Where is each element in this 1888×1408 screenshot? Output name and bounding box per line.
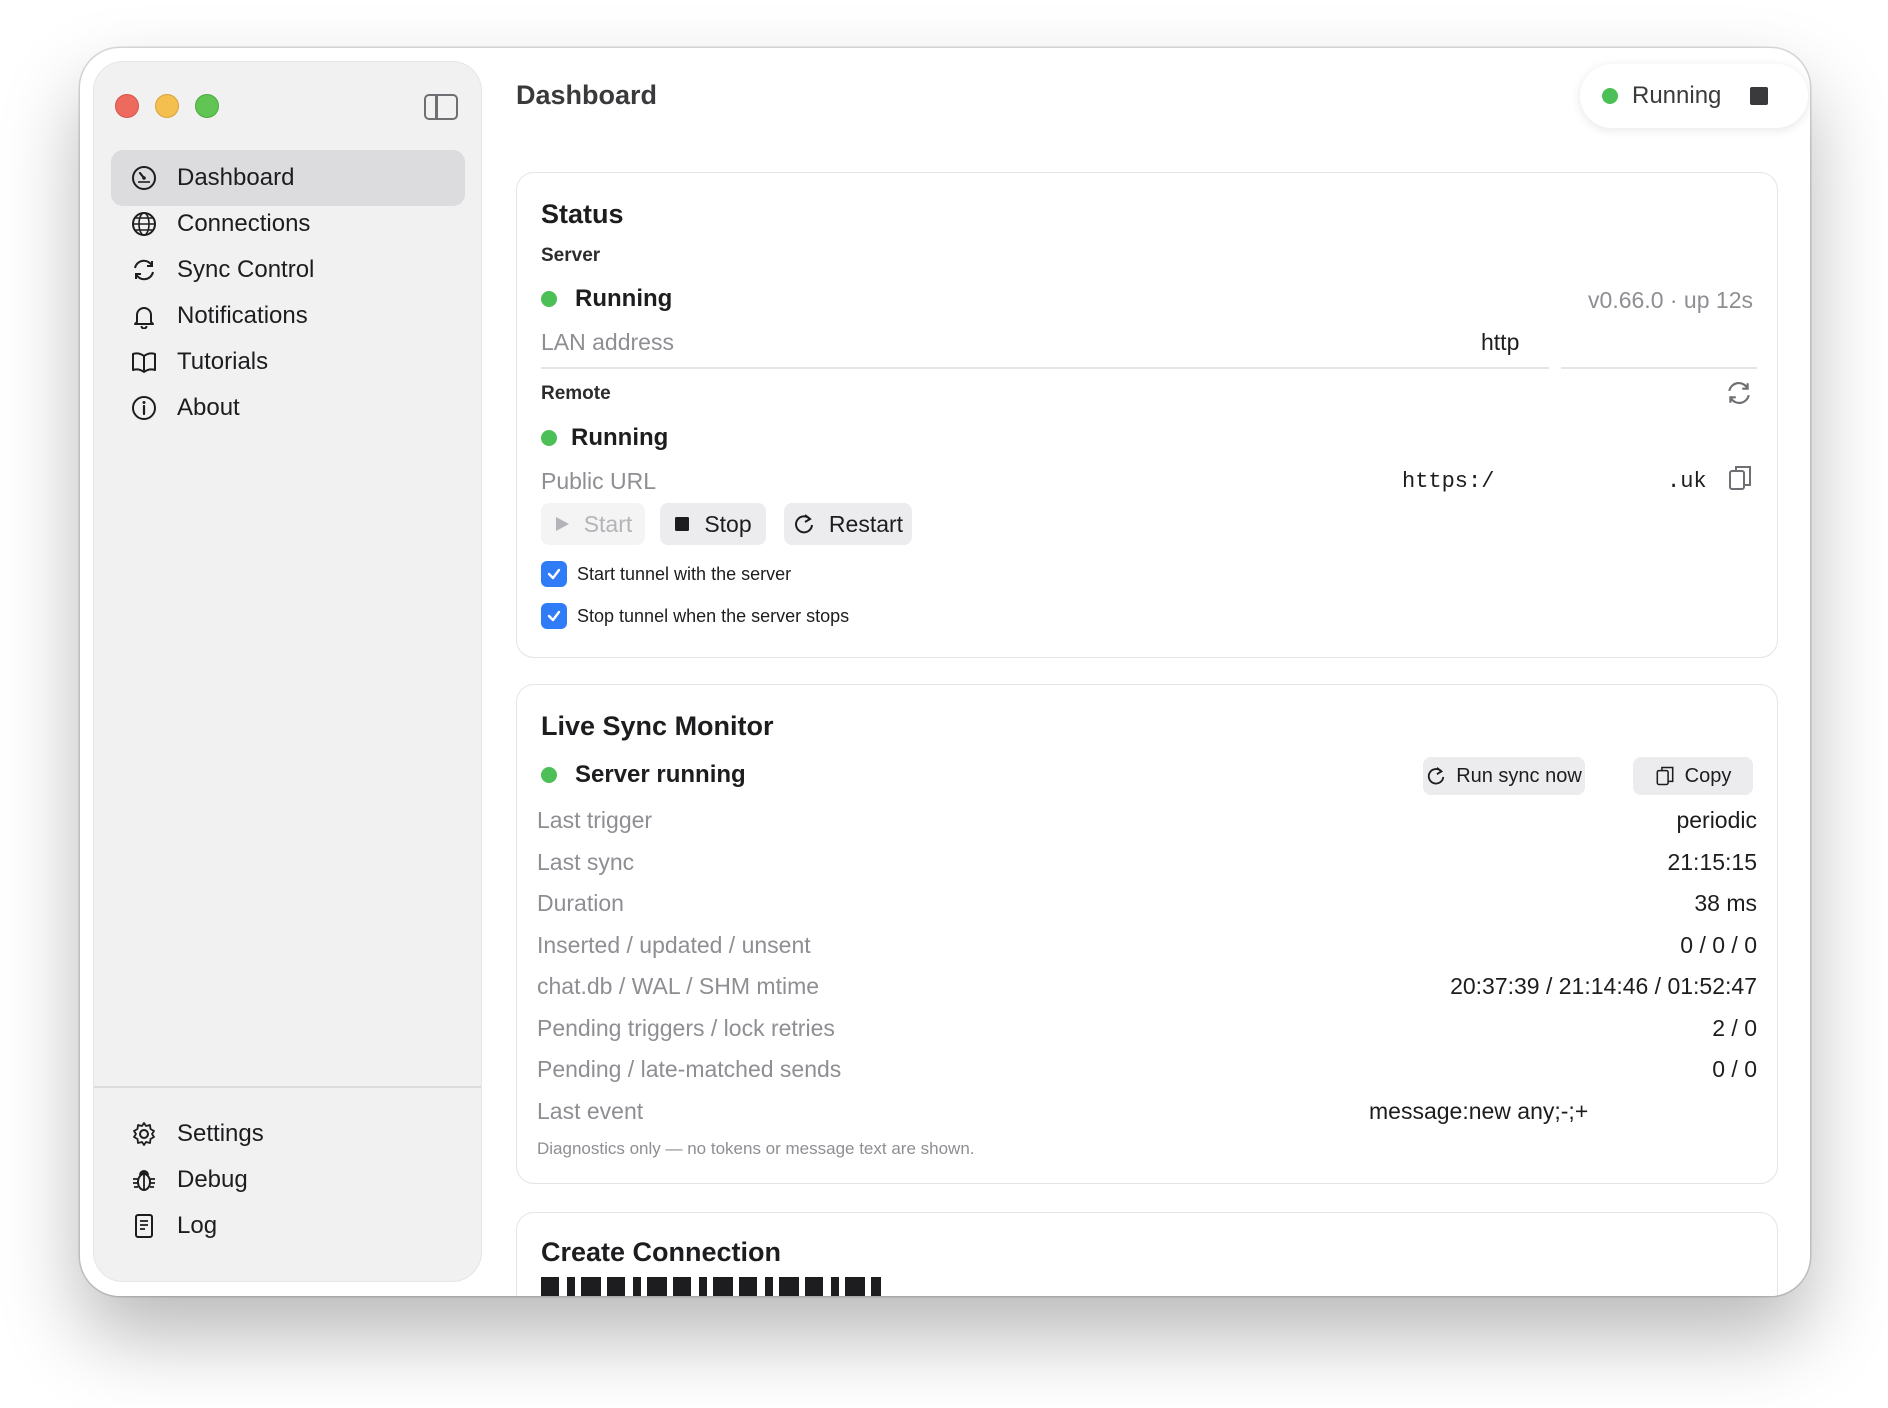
refresh-icon[interactable] — [1725, 379, 1755, 409]
restart-button-label: Restart — [828, 510, 904, 537]
sidebar-item-label: Tutorials — [177, 348, 269, 375]
sync-row-value: 20:37:39 / 21:14:46 / 01:52:47 — [1450, 973, 1757, 999]
stop-tunnel-button[interactable]: Stop — [660, 503, 766, 545]
status-pill-label: Running — [1632, 82, 1722, 109]
checkbox-label: Start tunnel with the server — [577, 563, 792, 584]
server-state: Running — [541, 285, 672, 313]
page-title: Dashboard — [516, 80, 658, 110]
running-status-dot — [541, 291, 557, 307]
start-tunnel-with-server-checkbox[interactable]: Start tunnel with the server — [541, 561, 791, 587]
gear-icon — [131, 1121, 157, 1147]
stop-icon — [674, 516, 690, 532]
restart-tunnel-button[interactable]: Restart — [784, 503, 912, 545]
checkmark-icon — [541, 561, 567, 587]
info-icon — [131, 395, 157, 421]
public-url-label: Public URL — [541, 468, 657, 494]
restart-icon — [793, 513, 815, 535]
book-icon — [131, 349, 157, 375]
public-url-suffix[interactable]: .uk — [1667, 469, 1707, 494]
sync-row-value: message:new any;-;+ — [1369, 1098, 1589, 1124]
copy-url-icon[interactable] — [1727, 463, 1755, 495]
sidebar: Dashboard Connections Sync Control Notif… — [93, 61, 482, 1282]
section-divider — [1561, 367, 1757, 369]
qr-code — [541, 1277, 881, 1296]
sidebar-item-label: Connections — [177, 210, 311, 237]
sync-row-value: 0 / 0 — [1712, 1056, 1757, 1082]
sidebar-item-label: Notifications — [177, 302, 308, 329]
checkmark-icon — [541, 603, 567, 629]
status-card-title: Status — [541, 199, 624, 229]
globe-icon — [131, 211, 157, 237]
sync-row-value: 21:15:15 — [1667, 849, 1757, 875]
sidebar-item-label: Log — [177, 1212, 218, 1239]
sync-row-label: Last sync — [537, 849, 635, 875]
sync-row-value: 0 / 0 / 0 — [1680, 932, 1757, 958]
gauge-icon — [131, 165, 157, 191]
stop-tunnel-with-server-checkbox[interactable]: Stop tunnel when the server stops — [541, 603, 849, 629]
server-state-label: Running — [575, 285, 673, 312]
running-status-dot — [541, 767, 557, 783]
minimize-window-button[interactable] — [155, 94, 179, 118]
sidebar-toggle-icon[interactable] — [424, 94, 458, 120]
sidebar-item-label: About — [177, 394, 240, 421]
sync-row-label: Pending / late-matched sends — [537, 1056, 842, 1082]
lan-address-value[interactable]: http — [1481, 329, 1519, 356]
copy-label: Copy — [1684, 764, 1732, 787]
document-icon — [131, 1213, 157, 1239]
server-version: v0.66.0 · up 12s — [1588, 287, 1753, 313]
sync-row-label: chat.db / WAL / SHM mtime — [537, 973, 820, 999]
sync-icon — [131, 257, 157, 283]
server-status-pill: Running — [1580, 64, 1808, 128]
play-icon — [554, 516, 570, 532]
lan-address-label: LAN address — [541, 329, 674, 355]
restart-icon — [1426, 766, 1446, 786]
sidebar-item-label: Sync Control — [177, 256, 315, 283]
sync-state-label: Server running — [575, 761, 746, 788]
run-sync-label: Run sync now — [1456, 764, 1582, 787]
create-connection-card: Create Connection — [516, 1212, 1778, 1296]
public-url-prefix[interactable]: https:/ — [1402, 469, 1494, 494]
sidebar-item-label: Dashboard — [177, 164, 295, 191]
checkbox-label: Stop tunnel when the server stops — [577, 605, 850, 626]
diagnostics-note: Diagnostics only — no tokens or message … — [537, 1139, 975, 1158]
running-status-dot — [1602, 88, 1618, 104]
running-status-dot — [541, 430, 557, 446]
sync-row-value: 2 / 0 — [1712, 1015, 1757, 1041]
remote-state-label: Running — [571, 424, 669, 451]
sidebar-item-log[interactable]: Log — [111, 1198, 465, 1254]
start-button-label: Start — [583, 510, 633, 537]
sidebar-divider — [94, 1086, 481, 1088]
section-divider — [541, 367, 1549, 369]
sync-card-title: Live Sync Monitor — [541, 711, 774, 741]
sync-row-label: Last event — [537, 1098, 644, 1124]
start-tunnel-button[interactable]: Start — [541, 503, 645, 545]
sidebar-item-label: Debug — [177, 1166, 248, 1193]
live-sync-monitor-card: Live Sync Monitor Server running Run syn… — [516, 684, 1778, 1184]
remote-section-label: Remote — [541, 383, 611, 404]
sync-row-label: Pending triggers / lock retries — [537, 1015, 835, 1041]
sync-row-label: Last trigger — [537, 807, 653, 833]
sync-row-label: Inserted / updated / unsent — [537, 932, 811, 958]
copy-diagnostics-button[interactable]: Copy — [1633, 757, 1753, 795]
sync-server-state: Server running — [541, 761, 746, 789]
sidebar-item-label: Settings — [177, 1120, 264, 1147]
server-section-label: Server — [541, 245, 601, 266]
sidebar-item-about[interactable]: About — [111, 380, 465, 436]
sync-row-value: 38 ms — [1694, 890, 1757, 916]
run-sync-now-button[interactable]: Run sync now — [1423, 757, 1585, 795]
app-window: Dashboard Connections Sync Control Notif… — [80, 48, 1810, 1296]
copy-icon — [1655, 764, 1675, 788]
bug-icon — [131, 1167, 157, 1193]
zoom-window-button[interactable] — [195, 94, 219, 118]
remote-state: Running — [541, 424, 668, 452]
close-window-button[interactable] — [115, 94, 139, 118]
stop-server-button[interactable] — [1750, 87, 1768, 105]
sync-row-value: periodic — [1676, 807, 1757, 833]
stop-button-label: Stop — [704, 510, 752, 537]
sync-row-label: Duration — [537, 890, 624, 916]
status-card: Status Server Running v0.66.0 · up 12s L… — [516, 172, 1778, 658]
bell-icon — [131, 303, 157, 329]
create-connection-title: Create Connection — [541, 1237, 782, 1267]
